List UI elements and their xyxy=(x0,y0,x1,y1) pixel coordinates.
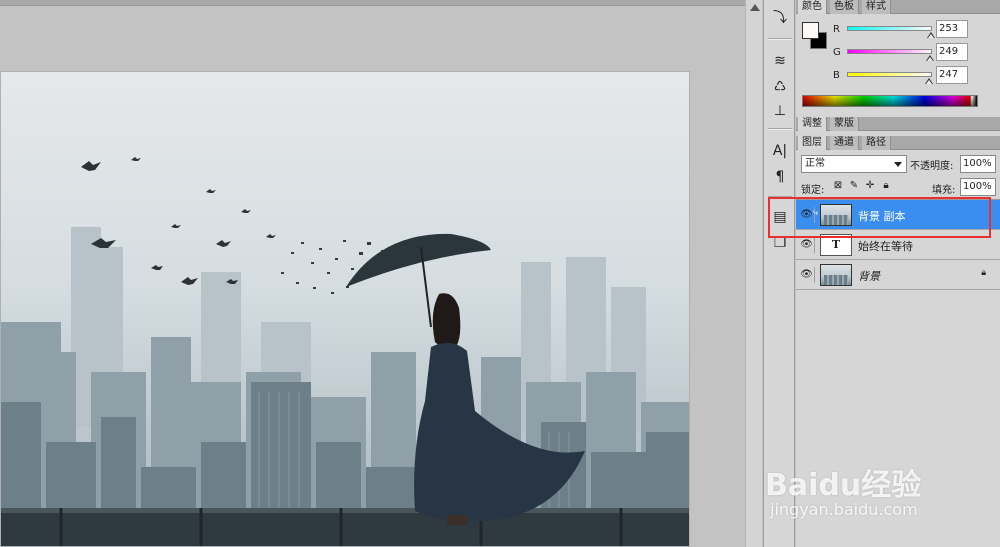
tab-swatches[interactable]: 色板 xyxy=(830,0,859,14)
channel-g-value[interactable]: 249 xyxy=(936,43,968,61)
blend-mode-select[interactable]: 正常 xyxy=(801,155,907,173)
layer-thumbnail xyxy=(820,264,852,286)
channel-r-label: R xyxy=(833,24,840,35)
layer-name[interactable]: 背景 副本 xyxy=(858,208,906,224)
color-panel: R 253 G 249 B 247 xyxy=(796,14,1000,114)
channel-b-slider[interactable] xyxy=(847,72,932,77)
tab-paths[interactable]: 路径 xyxy=(862,136,891,150)
watermark-logo: Baidu经验 xyxy=(765,468,922,503)
tool-separator xyxy=(768,38,792,40)
history-icon[interactable]: ⤵ xyxy=(768,6,792,28)
layers-tab-row: 图层 通道 路径 xyxy=(796,136,1000,150)
lock-transparent-pixels-icon[interactable]: ⊠ xyxy=(832,180,844,192)
layer-row-background-copy[interactable]: 👁︎ ⤷ 背景 副本 xyxy=(796,200,1000,230)
document-workspace xyxy=(0,0,760,547)
tab-adjustments[interactable]: 调整 xyxy=(798,117,827,131)
tool-separator xyxy=(768,196,792,198)
lock-label: 锁定: xyxy=(801,185,825,196)
channel-r-value[interactable]: 253 xyxy=(936,20,968,38)
lock-image-pixels-icon[interactable]: ✎ xyxy=(848,180,860,192)
layer-thumbnail xyxy=(820,204,852,226)
tab-masks[interactable]: 蒙版 xyxy=(830,117,859,131)
link-icon: ⤷ xyxy=(813,208,819,218)
eye-icon[interactable]: 👁︎ xyxy=(799,267,815,283)
character-icon[interactable]: A| xyxy=(768,140,792,162)
watermark-url: jingyan.baidu.com xyxy=(770,500,918,519)
color-tab-row: 颜色 色板 样式 xyxy=(796,0,1000,14)
layer-row-text[interactable]: 👁︎ T 始终在等待 xyxy=(796,230,1000,260)
brush-presets-icon[interactable]: ≋ xyxy=(768,50,792,72)
text-layer-thumbnail: T xyxy=(820,234,852,256)
lock-all-icon[interactable]: 🔒︎ xyxy=(880,180,892,192)
channel-b-marker[interactable] xyxy=(925,78,934,84)
document-tab-bar xyxy=(0,0,760,6)
channel-r-marker[interactable] xyxy=(927,32,936,38)
panel-collapse-strip xyxy=(745,0,762,547)
tab-layers[interactable]: 图层 xyxy=(798,136,827,150)
layer-row-background[interactable]: 👁︎ 背景 🔒︎ xyxy=(796,260,1000,290)
fill-label: 填充: xyxy=(932,185,956,196)
clone-source-icon[interactable]: ♺ xyxy=(768,76,792,98)
tool-presets-icon[interactable]: ⊥ xyxy=(768,100,792,122)
tab-channels[interactable]: 通道 xyxy=(830,136,859,150)
lock-icon: 🔒︎ xyxy=(981,268,986,278)
channel-g-marker[interactable] xyxy=(926,55,935,61)
paragraph-icon[interactable]: ¶ xyxy=(768,166,792,188)
channel-r-slider[interactable] xyxy=(847,26,932,31)
chevron-down-icon xyxy=(894,162,902,167)
foreground-color-swatch[interactable] xyxy=(802,22,819,39)
fill-input[interactable]: 100% xyxy=(960,178,996,196)
channel-b-label: B xyxy=(833,70,840,81)
layer-name[interactable]: 始终在等待 xyxy=(858,238,913,254)
tool-separator xyxy=(768,128,792,130)
opacity-input[interactable]: 100% xyxy=(960,155,996,173)
tab-styles[interactable]: 样式 xyxy=(862,0,891,14)
layer-panel-icon[interactable]: ❐ xyxy=(768,232,792,254)
canvas-image xyxy=(1,72,689,546)
lock-position-icon[interactable]: ✛ xyxy=(864,180,876,192)
channel-g-label: G xyxy=(833,47,841,58)
collapse-arrow-icon[interactable] xyxy=(750,4,760,11)
document-canvas[interactable] xyxy=(0,71,690,547)
eye-icon[interactable]: 👁︎ xyxy=(799,237,815,253)
lock-row: 锁定: ⊠ ✎ ✛ 🔒︎ 填充: 100% xyxy=(796,177,1000,197)
color-spectrum-bar[interactable] xyxy=(802,95,978,107)
channel-g-slider[interactable] xyxy=(847,49,932,54)
blend-mode-value: 正常 xyxy=(805,158,825,169)
opacity-label: 不透明度: xyxy=(910,161,954,172)
layer-name[interactable]: 背景 xyxy=(858,268,880,284)
tab-color[interactable]: 颜色 xyxy=(798,0,827,14)
layer-comps-icon[interactable]: ▤ xyxy=(768,206,792,228)
channel-b-value[interactable]: 247 xyxy=(936,66,968,84)
adjust-tab-row: 调整 蒙版 xyxy=(796,117,1000,131)
